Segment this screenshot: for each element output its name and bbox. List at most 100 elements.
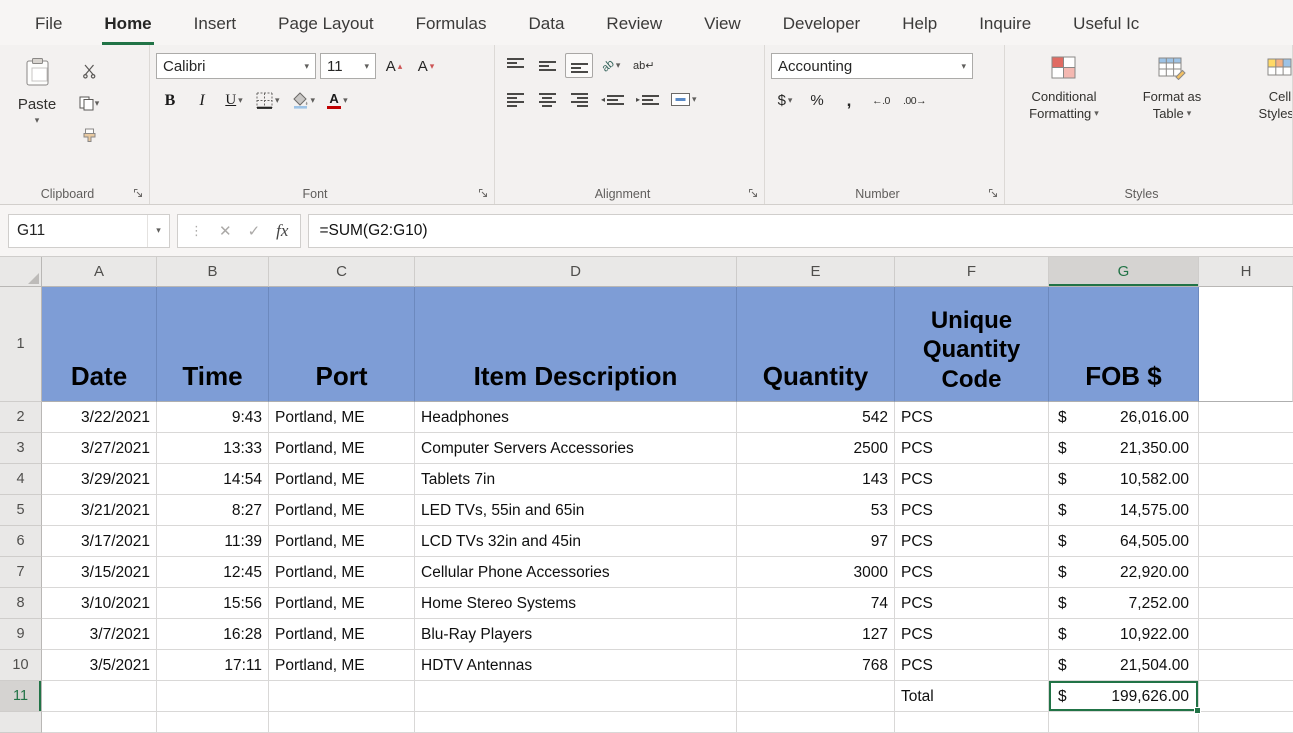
fill-color-button[interactable]: ▾ (288, 88, 320, 113)
row-header[interactable]: 8 (0, 588, 42, 619)
decrease-indent-button[interactable]: ◂ (597, 87, 628, 112)
cell-time[interactable]: 13:33 (157, 433, 269, 464)
cell-date[interactable]: 3/10/2021 (42, 588, 157, 619)
select-all-corner[interactable] (0, 257, 42, 287)
header-date[interactable]: Date (42, 287, 157, 402)
align-center-button[interactable] (533, 87, 561, 112)
ribbon-tab-view[interactable]: View (683, 0, 762, 45)
cell-empty[interactable] (1199, 712, 1293, 733)
header-quantity[interactable]: Quantity (737, 287, 895, 402)
row-header[interactable]: 1 (0, 287, 42, 402)
ribbon-tab-insert[interactable]: Insert (173, 0, 258, 45)
cell-fob[interactable]: $22,920.00 (1049, 557, 1199, 588)
alignment-dialog-launcher-icon[interactable] (745, 185, 760, 200)
cell-quantity[interactable]: 74 (737, 588, 895, 619)
cut-button[interactable] (76, 59, 102, 83)
copy-button[interactable]: ▾ (76, 91, 102, 115)
cell-date[interactable]: 3/29/2021 (42, 464, 157, 495)
accounting-format-button[interactable]: $▾ (771, 88, 799, 113)
cell-fob[interactable]: $10,582.00 (1049, 464, 1199, 495)
selected-cell-total-fob[interactable]: $ 199,626.00 (1049, 681, 1199, 712)
cell-quantity[interactable]: 53 (737, 495, 895, 526)
cell-fob[interactable]: $26,016.00 (1049, 402, 1199, 433)
cell-item-description[interactable]: LCD TVs 32in and 45in (415, 526, 737, 557)
cell-unit-code[interactable]: PCS (895, 464, 1049, 495)
cancel-button[interactable]: ✕ (219, 222, 232, 240)
format-as-table-button[interactable]: Format as Table▾ (1119, 53, 1225, 122)
cell-empty[interactable] (1199, 495, 1293, 526)
font-color-button[interactable]: A ▾ (323, 88, 352, 113)
top-align-button[interactable] (501, 53, 529, 78)
cell-date[interactable]: 3/17/2021 (42, 526, 157, 557)
underline-button[interactable]: U▾ (220, 88, 248, 113)
cell-port[interactable]: Portland, ME (269, 433, 415, 464)
cell-empty[interactable] (737, 681, 895, 712)
cell-item-description[interactable]: Blu-Ray Players (415, 619, 737, 650)
cell-date[interactable]: 3/15/2021 (42, 557, 157, 588)
italic-button[interactable]: I (188, 88, 216, 113)
font-name-combo[interactable]: Calibri ▾ (156, 53, 316, 79)
wrap-text-button[interactable]: ab↵ (629, 53, 658, 78)
font-dialog-launcher-icon[interactable] (475, 185, 490, 200)
ribbon-tab-developer[interactable]: Developer (762, 0, 882, 45)
col-header-b[interactable]: B (157, 257, 269, 287)
cell-time[interactable]: 17:11 (157, 650, 269, 681)
header-item-description[interactable]: Item Description (415, 287, 737, 402)
row-header-selected[interactable]: 11 (0, 681, 42, 712)
cell-time[interactable]: 16:28 (157, 619, 269, 650)
ribbon-tab-file[interactable]: File (14, 0, 83, 45)
cell-empty[interactable] (1199, 526, 1293, 557)
cell-fob[interactable]: $21,350.00 (1049, 433, 1199, 464)
formula-bar-drag-handle-icon[interactable]: ⋮ (190, 223, 203, 239)
decrease-decimal-button[interactable]: .00→ (899, 88, 930, 113)
row-header[interactable]: 2 (0, 402, 42, 433)
cell-port[interactable]: Portland, ME (269, 557, 415, 588)
cell-empty[interactable] (157, 681, 269, 712)
name-box[interactable]: G11 ▾ (8, 214, 170, 248)
cell-item-description[interactable]: Computer Servers Accessories (415, 433, 737, 464)
cell-styles-button[interactable]: Cell Styles▾ (1227, 53, 1293, 122)
col-header-a[interactable]: A (42, 257, 157, 287)
conditional-formatting-button[interactable]: Conditional Formatting▾ (1011, 53, 1117, 122)
cell-date[interactable]: 3/22/2021 (42, 402, 157, 433)
col-header-g-selected[interactable]: G (1049, 257, 1199, 287)
cell-port[interactable]: Portland, ME (269, 495, 415, 526)
cell-quantity[interactable]: 542 (737, 402, 895, 433)
col-header-e[interactable]: E (737, 257, 895, 287)
comma-style-button[interactable]: , (835, 88, 863, 113)
cell-item-description[interactable]: Home Stereo Systems (415, 588, 737, 619)
cell-empty[interactable] (737, 712, 895, 733)
align-left-button[interactable] (501, 87, 529, 112)
cell-time[interactable]: 8:27 (157, 495, 269, 526)
format-painter-button[interactable] (76, 123, 102, 147)
cell-unit-code[interactable]: PCS (895, 650, 1049, 681)
cell-date[interactable]: 3/21/2021 (42, 495, 157, 526)
insert-function-button[interactable]: fx (276, 221, 288, 241)
cell-port[interactable]: Portland, ME (269, 588, 415, 619)
align-right-button[interactable] (565, 87, 593, 112)
cell-empty[interactable] (895, 712, 1049, 733)
cell-quantity[interactable]: 97 (737, 526, 895, 557)
cell-empty[interactable] (1199, 402, 1293, 433)
cell-unit-code[interactable]: PCS (895, 495, 1049, 526)
increase-indent-button[interactable]: ▸ (632, 87, 663, 112)
header-unique-quantity-code[interactable]: Unique Quantity Code (895, 287, 1049, 402)
col-header-d[interactable]: D (415, 257, 737, 287)
row-header[interactable]: 4 (0, 464, 42, 495)
cell-unit-code[interactable]: PCS (895, 526, 1049, 557)
row-header[interactable]: 3 (0, 433, 42, 464)
row-header[interactable]: 9 (0, 619, 42, 650)
cell-unit-code[interactable]: PCS (895, 619, 1049, 650)
cell-time[interactable]: 11:39 (157, 526, 269, 557)
cell-item-description[interactable]: Tablets 7in (415, 464, 737, 495)
header-time[interactable]: Time (157, 287, 269, 402)
cell-empty[interactable] (1199, 464, 1293, 495)
ribbon-tab-data[interactable]: Data (508, 0, 586, 45)
header-port[interactable]: Port (269, 287, 415, 402)
cell-empty[interactable] (1049, 712, 1199, 733)
ribbon-tab-formulas[interactable]: Formulas (395, 0, 508, 45)
row-header[interactable]: 7 (0, 557, 42, 588)
number-dialog-launcher-icon[interactable] (985, 185, 1000, 200)
cell-time[interactable]: 15:56 (157, 588, 269, 619)
cell-port[interactable]: Portland, ME (269, 650, 415, 681)
